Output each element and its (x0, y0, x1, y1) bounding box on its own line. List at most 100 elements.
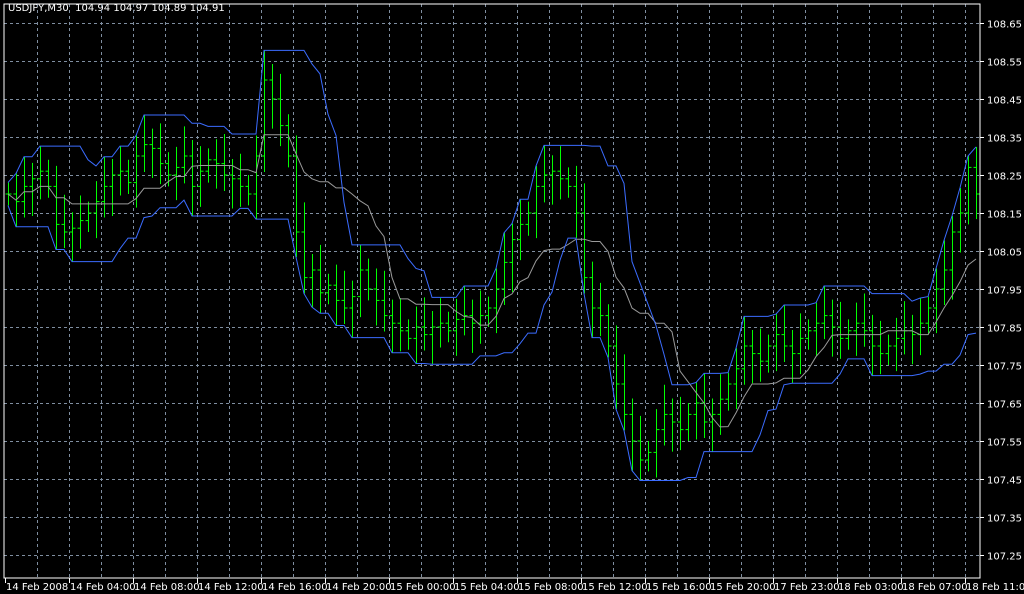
ohlc-bar (893, 317, 900, 372)
ohlc-bar (533, 165, 540, 239)
ohlc-bar (277, 73, 284, 147)
ohlc-bar (949, 216, 956, 300)
ohlc-bar (597, 282, 604, 337)
ohlc-bar (557, 146, 564, 200)
price-axis[interactable]: 108.65 108.55 108.45 108.35 108.25 108.15 108.… (980, 20, 1022, 563)
ohlc-bar (765, 334, 772, 373)
x-tick-label: 15 Feb 04:00 (454, 582, 520, 593)
plot-border (3, 3, 981, 579)
x-tick-label: 18 Feb 11:00 (966, 582, 1024, 593)
ohlc-bar (677, 396, 684, 451)
y-tick-label: 108.65 (987, 20, 1022, 31)
ohlc-bar (805, 319, 812, 350)
ohlc-bar (429, 311, 436, 365)
grid (4, 4, 980, 578)
ohlc-bar (45, 159, 52, 198)
ohlc-bar (101, 156, 108, 218)
ohlc-bar (477, 290, 484, 344)
y-tick-label: 107.95 (987, 286, 1022, 297)
ohlc-bar (509, 223, 516, 293)
ohlc-bar (973, 146, 980, 220)
ohlc-bar (317, 244, 324, 314)
ohlc-bar (829, 299, 836, 357)
ohlc-bar (629, 398, 636, 471)
ohlc-bar (717, 374, 724, 435)
ohlc-bar (397, 298, 404, 352)
ohlc-bar (773, 314, 780, 372)
x-tick-label: 14 Feb 16:00 (262, 582, 328, 593)
ohlc-bar (733, 348, 740, 410)
x-tick-label: 14 Feb 2008 (6, 582, 68, 593)
ohlc-bar (437, 298, 444, 348)
ohlc-bar (173, 146, 180, 201)
ohlc-bar (109, 159, 116, 217)
y-tick-label: 107.45 (987, 476, 1022, 487)
ohlc-bar (701, 373, 708, 438)
x-tick-label: 15 Feb 20:00 (710, 582, 776, 593)
ohlc-bar (549, 155, 556, 205)
x-tick-label: 15 Feb 08:00 (518, 582, 584, 593)
x-tick-label: 17 Feb 23:00 (774, 582, 840, 593)
x-tick-label: 14 Feb 04:00 (70, 582, 136, 593)
ohlc-bar (21, 156, 28, 218)
ohlc-bar (925, 296, 932, 335)
x-tick-label: 14 Feb 20:00 (326, 582, 392, 593)
ohlc-bar (405, 319, 412, 350)
price-chart[interactable]: 108.65 108.55 108.45 108.35 108.25 108.15 108.… (0, 0, 1024, 594)
y-tick-label: 108.05 (987, 248, 1022, 259)
ohlc-bar (197, 146, 204, 207)
y-tick-label: 108.35 (987, 134, 1022, 145)
ohlc-bar (61, 194, 68, 248)
ohlc-bar (541, 145, 548, 203)
ohlc-bar (957, 187, 964, 253)
ohlc-bar (365, 258, 372, 301)
ohlc-bar (525, 201, 532, 236)
ohlc-bar (413, 306, 420, 364)
ohlc-bar (421, 297, 428, 351)
ohlc-bar (637, 415, 644, 481)
ohlc-bar (221, 133, 228, 191)
ohlc-bar (469, 299, 476, 353)
ohlc-bar (373, 268, 380, 326)
ohlc-bar (301, 202, 308, 294)
time-axis[interactable]: 14 Feb 2008 14 Feb 04:0014 Feb 08:0014 Fe… (5, 578, 1024, 593)
ohlc-bar (341, 270, 348, 324)
x-tick-label: 14 Feb 08:00 (134, 582, 200, 593)
ohlc-bar (813, 302, 820, 356)
ohlc-bar (149, 128, 156, 179)
y-tick-label: 108.45 (987, 96, 1022, 107)
y-tick-label: 107.75 (987, 362, 1022, 373)
ohlc-bar (357, 244, 364, 318)
ohlc-bar (757, 328, 764, 382)
ohlc-bar (333, 264, 340, 326)
ohlc-bar (781, 304, 788, 362)
ohlc-bar (93, 181, 100, 239)
ohlc-bar (237, 153, 244, 207)
x-tick-label: 15 Feb 12:00 (582, 582, 648, 593)
ohlc-bar (245, 175, 252, 206)
ohlc-bar (789, 330, 796, 384)
ohlc-bar (869, 314, 876, 376)
x-tick-label: 14 Feb 12:00 (198, 582, 264, 593)
ohlc-bar (269, 64, 276, 129)
ohlc-bar (917, 298, 924, 356)
x-tick-label: 15 Feb 16:00 (646, 582, 712, 593)
ohlc-bar (605, 304, 612, 358)
y-tick-label: 108.15 (987, 210, 1022, 221)
y-tick-label: 107.85 (987, 324, 1022, 335)
ohlc-bar (685, 403, 692, 441)
ohlc-bar (501, 232, 508, 305)
ohlc-bar (37, 146, 44, 200)
ohlc-bar (125, 159, 132, 194)
ohlc-bar (645, 441, 652, 472)
ohlc-bar (885, 334, 892, 365)
ohlc-bar (965, 156, 972, 225)
ohlc-bar (725, 372, 732, 411)
ohlc-bar (821, 285, 828, 340)
ohlc-bar (309, 254, 316, 308)
ohlc-bar (117, 146, 124, 196)
ohlc-bar (749, 330, 756, 384)
ohlc-bar (709, 398, 716, 452)
ohlc-bar (53, 165, 60, 250)
ohlc-bar (85, 201, 92, 232)
